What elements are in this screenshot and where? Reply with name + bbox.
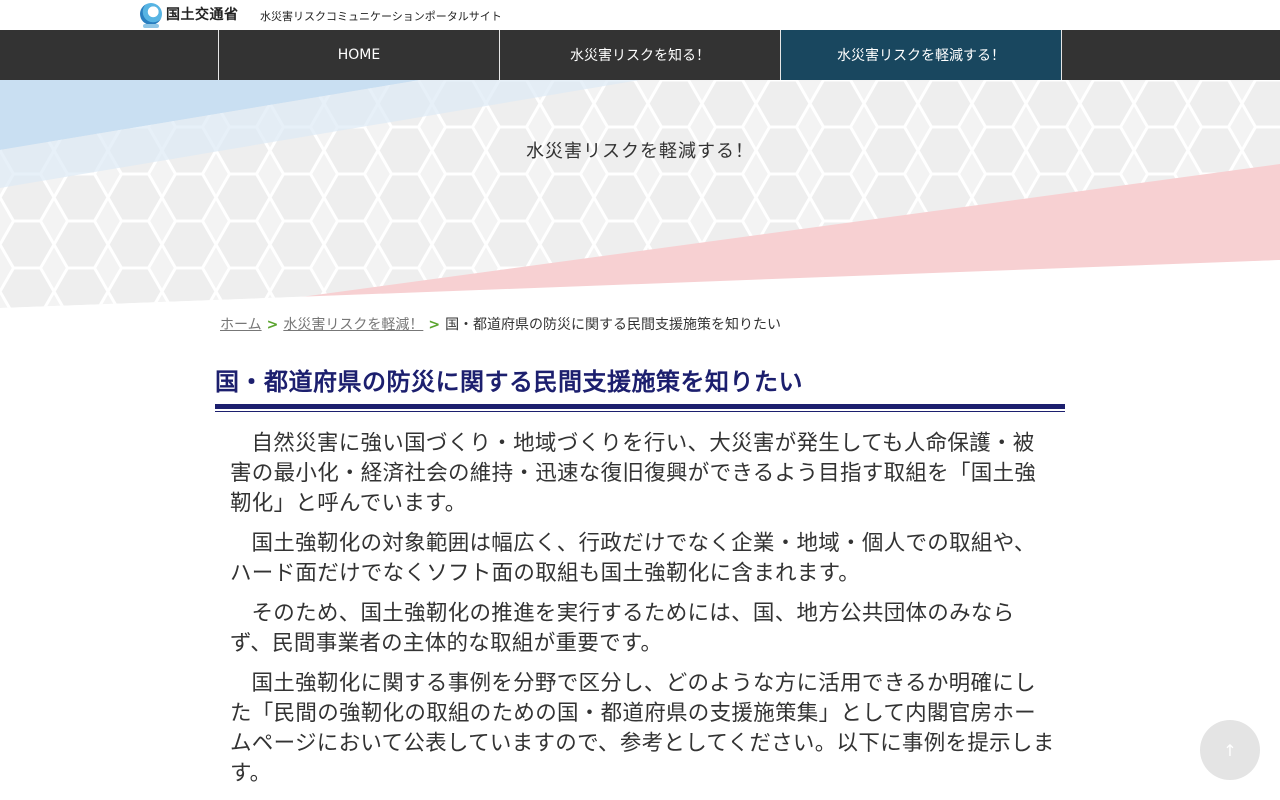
main-content: 自然災害に強い国づくり・地域づくりを行い、大災害が発生しても人命保護・被害の最小… (230, 429, 1055, 799)
breadcrumb-current: 国・都道府県の防災に関する民間支援施策を知りたい (445, 317, 782, 333)
mlit-logo[interactable]: 国土交通省 (140, 3, 239, 28)
nav-item-know-risk[interactable]: 水災害リスクを知る！ (500, 30, 781, 80)
breadcrumb-parent-link[interactable]: 水災害リスクを軽減！ (283, 317, 423, 333)
breadcrumb-separator: > (266, 317, 279, 333)
top-bar: 国土交通省 水災害リスクコミュニケーションポータルサイト (0, 0, 1280, 30)
hero-title: 水災害リスクを軽減する！ (526, 141, 754, 162)
arrow-up-icon: ↑ (1223, 740, 1237, 760)
nav-item-reduce-risk[interactable]: 水災害リスクを軽減する！ (781, 30, 1062, 80)
main-nav: HOME 水災害リスクを知る！ 水災害リスクを軽減する！ (0, 30, 1280, 80)
breadcrumb-home-link[interactable]: ホーム (220, 317, 262, 333)
breadcrumb: ホーム > 水災害リスクを軽減！ > 国・都道府県の防災に関する民間支援施策を知りたい (220, 314, 781, 334)
nav-item-home[interactable]: HOME (219, 30, 500, 80)
mlit-emblem-icon (140, 3, 162, 28)
paragraph: 自然災害に強い国づくり・地域づくりを行い、大災害が発生しても人命保護・被害の最小… (230, 431, 1037, 516)
breadcrumb-separator: > (428, 317, 441, 333)
hero-background (0, 80, 1280, 308)
page-title: 国・都道府県の防災に関する民間支援施策を知りたい (215, 368, 803, 396)
paragraph: そのため、国土強靭化の推進を実行するためには、国、地方公共団体のみならず、民間事… (230, 601, 1015, 656)
paragraph: 国土強靭化の対象範囲は幅広く、行政だけでなく企業・地域・個人での取組や、ハード面… (230, 531, 1036, 586)
hero-banner: 水災害リスクを軽減する！ (0, 80, 1280, 308)
site-name: 水災害リスクコミュニケーションポータルサイト (260, 10, 502, 23)
paragraph: 国土強靭化に関する事例を分野で区分し、どのような方に活用できるか明確にした「民間… (230, 671, 1055, 786)
logo-text: 国土交通省 (166, 7, 239, 23)
title-underline (215, 404, 1065, 412)
back-to-top-button[interactable]: ↑ (1200, 720, 1260, 780)
